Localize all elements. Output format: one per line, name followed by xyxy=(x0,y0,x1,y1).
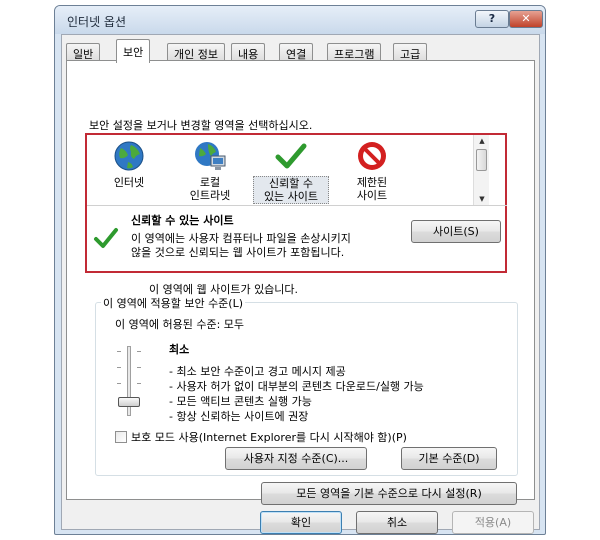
help-button[interactable]: ? xyxy=(475,10,509,28)
tab-advanced[interactable]: 고급 xyxy=(393,43,428,61)
cancel-button[interactable]: 취소 xyxy=(356,511,438,534)
tab-content[interactable]: 내용 xyxy=(231,43,266,61)
zone-list[interactable]: 인터넷 로컬 인트라넷 신뢰할 수 있는 사이트 제한된 사이트 ▲ ▼ xyxy=(87,135,489,205)
tab-security[interactable]: 보안 xyxy=(116,39,151,63)
slider-tick xyxy=(117,383,121,384)
zone-select-prompt: 보안 설정을 보거나 변경할 영역을 선택하십시오. xyxy=(89,119,313,132)
security-panel: 보안 설정을 보거나 변경할 영역을 선택하십시오. 인터넷 로컬 인트라넷 신… xyxy=(66,60,535,505)
security-level-legend: 이 영역에 적용할 보안 수준(L) xyxy=(101,295,246,311)
slider-tick xyxy=(117,351,121,352)
security-level-details: - 최소 보안 수준이고 경고 메시지 제공 - 사용자 허가 없이 대부분의 … xyxy=(169,364,424,424)
scroll-thumb[interactable] xyxy=(476,149,487,171)
zone-label: 신뢰할 수 있는 사이트 xyxy=(253,176,329,204)
zone-trusted-sites[interactable]: 신뢰할 수 있는 사이트 xyxy=(253,139,329,204)
zone-list-scrollbar[interactable]: ▲ ▼ xyxy=(473,135,489,205)
dialog-client: 일반 보안 개인 정보 내용 연결 프로그램 고급 보안 설정을 보거나 변경할… xyxy=(61,34,540,534)
reset-all-zones-button[interactable]: 모든 영역을 기본 수준으로 다시 설정(R) xyxy=(261,482,517,505)
zone-selector: 인터넷 로컬 인트라넷 신뢰할 수 있는 사이트 제한된 사이트 ▲ ▼ 신뢰할… xyxy=(85,133,507,273)
level-detail-item: - 최소 보안 수준이고 경고 메시지 제공 xyxy=(169,365,346,378)
selected-zone-name: 신뢰할 수 있는 사이트 xyxy=(131,214,234,227)
tab-privacy[interactable]: 개인 정보 xyxy=(167,43,225,61)
close-button[interactable]: ✕ xyxy=(509,10,543,28)
security-level-slider-thumb[interactable] xyxy=(118,397,140,407)
level-detail-item: - 모든 액티브 콘텐츠 실행 가능 xyxy=(169,395,312,408)
intranet-icon xyxy=(195,142,226,170)
sites-button[interactable]: 사이트(S) xyxy=(411,220,501,243)
protected-mode-checkbox[interactable] xyxy=(115,431,127,443)
slider-tick xyxy=(137,367,141,368)
window-title: 인터넷 옵션 xyxy=(67,15,127,29)
restricted-icon xyxy=(358,142,386,170)
zone-internet[interactable]: 인터넷 xyxy=(91,139,167,189)
zone-divider xyxy=(87,205,507,206)
allowed-levels-text: 이 영역에 허용된 수준: 모두 xyxy=(115,318,245,331)
zone-label: 제한된 사이트 xyxy=(356,176,388,202)
default-level-button[interactable]: 기본 수준(D) xyxy=(401,447,497,470)
tab-general[interactable]: 일반 xyxy=(66,43,101,61)
zone-label: 인터넷 xyxy=(113,176,145,189)
globe-icon xyxy=(114,141,144,171)
internet-options-window: 인터넷 옵션 ? ✕ 일반 보안 개인 정보 내용 연결 프로그램 고급 보안 … xyxy=(54,5,546,535)
protected-mode-label: 보호 모드 사용(Internet Explorer를 다시 시작해야 함)(P… xyxy=(131,431,407,444)
protected-mode-row[interactable]: 보호 모드 사용(Internet Explorer를 다시 시작해야 함)(P… xyxy=(115,429,407,445)
security-level-name: 최소 xyxy=(169,343,190,356)
slider-tick xyxy=(117,367,121,368)
checkmark-icon xyxy=(94,228,118,248)
zone-local-intranet[interactable]: 로컬 인트라넷 xyxy=(172,139,248,202)
ok-button[interactable]: 확인 xyxy=(260,511,342,534)
scroll-up-icon[interactable]: ▲ xyxy=(474,135,490,147)
zone-label: 로컬 인트라넷 xyxy=(189,176,231,202)
scroll-down-icon[interactable]: ▼ xyxy=(474,193,490,205)
selected-zone-description: 이 영역에는 사용자 컴퓨터나 파일을 손상시키지 않을 것으로 신뢰되는 웹 … xyxy=(131,232,351,259)
level-detail-item: - 사용자 허가 없이 대부분의 콘텐츠 다운로드/실행 가능 xyxy=(169,380,424,393)
checkmark-icon xyxy=(275,143,307,169)
tab-programs[interactable]: 프로그램 xyxy=(327,43,382,61)
level-detail-item: - 항상 신뢰하는 사이트에 권장 xyxy=(169,410,309,423)
zone-restricted-sites[interactable]: 제한된 사이트 xyxy=(334,139,410,202)
slider-tick xyxy=(137,351,141,352)
tab-connections[interactable]: 연결 xyxy=(279,43,314,61)
apply-button[interactable]: 적용(A) xyxy=(452,511,534,534)
custom-level-button[interactable]: 사용자 지정 수준(C)... xyxy=(225,447,367,470)
title-bar[interactable]: 인터넷 옵션 ? ✕ xyxy=(55,6,545,34)
slider-tick xyxy=(137,383,141,384)
